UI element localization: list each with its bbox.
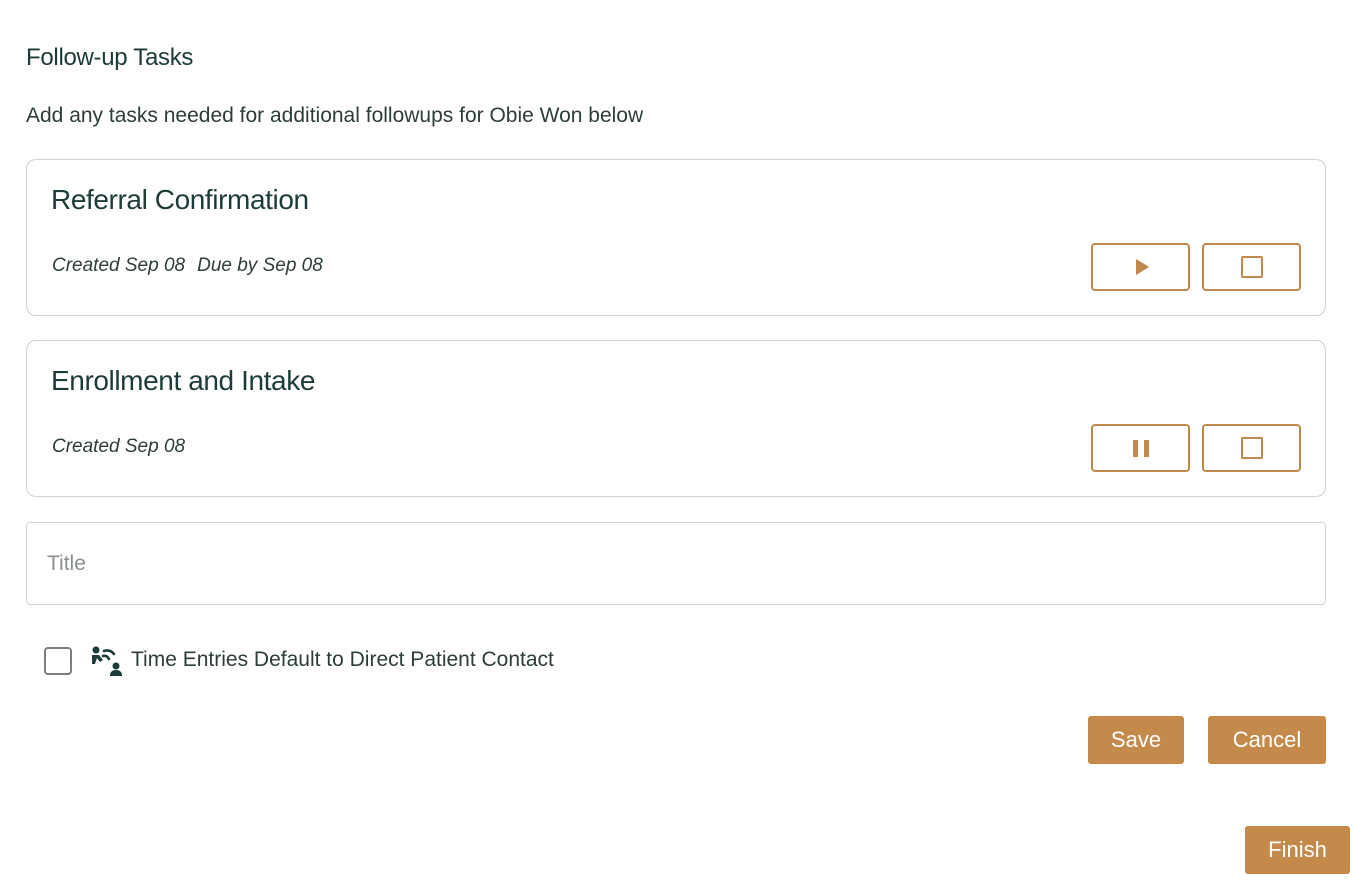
task-meta: Created Sep 08: [52, 436, 185, 458]
task-created-date: Created Sep 08: [52, 255, 186, 276]
pause-timer-button[interactable]: [1091, 424, 1190, 472]
section-title: Follow-up Tasks: [26, 44, 194, 71]
square-icon: [1240, 437, 1263, 459]
direct-contact-checkbox[interactable]: [44, 647, 72, 675]
pause-icon: [1132, 439, 1149, 457]
section-subtitle: Add any tasks needed for additional foll…: [26, 104, 644, 127]
task-title-input[interactable]: [26, 522, 1326, 605]
cancel-button[interactable]: Cancel: [1208, 716, 1326, 764]
person-contact-icon: [92, 646, 122, 676]
play-icon: [1135, 259, 1149, 275]
save-button[interactable]: Save: [1088, 716, 1184, 764]
direct-contact-label[interactable]: Time Entries Default to Direct Patient C…: [131, 648, 554, 672]
task-meta: Created Sep 08 Due by Sep 08: [52, 255, 323, 277]
start-timer-button[interactable]: [1091, 243, 1190, 291]
finish-button[interactable]: Finish: [1245, 826, 1350, 874]
complete-task-button[interactable]: [1202, 243, 1301, 291]
task-card-referral-confirmation: Referral Confirmation Created Sep 08 Due …: [26, 159, 1326, 316]
task-card-enrollment-and-intake: Enrollment and Intake Created Sep 08: [26, 340, 1326, 497]
task-title: Referral Confirmation: [51, 184, 309, 215]
task-title: Enrollment and Intake: [51, 365, 315, 396]
square-icon: [1240, 256, 1263, 278]
task-due-date: Due by Sep 08: [197, 255, 323, 276]
complete-task-button[interactable]: [1202, 424, 1301, 472]
task-created-date: Created Sep 08: [52, 436, 186, 457]
